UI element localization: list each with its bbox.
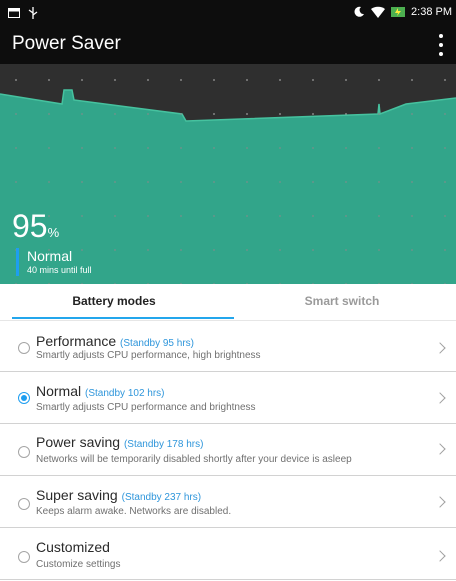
battery-percent-unit: % — [47, 225, 60, 240]
mode-customized[interactable]: Customized Customize settings — [0, 528, 456, 580]
chevron-right-icon — [434, 443, 446, 455]
mode-performance[interactable]: Performance (Standby 95 hrs) Smartly adj… — [0, 320, 456, 372]
mode-description: Customize settings — [36, 559, 121, 570]
mode-name: Super saving — [36, 487, 118, 503]
mode-standby: (Standby 237 hrs) — [121, 492, 202, 503]
battery-charging-icon — [391, 7, 406, 17]
chevron-right-icon — [434, 550, 446, 562]
status-bar: 2:38 PM — [0, 0, 456, 28]
mode-standby: (Standby 102 hrs) — [85, 388, 165, 399]
radio-super-saving[interactable] — [18, 498, 30, 510]
overflow-menu-icon[interactable] — [438, 34, 444, 56]
radio-normal[interactable] — [18, 392, 30, 404]
tab-bar: Battery modes Smart switch — [0, 284, 456, 321]
charging-status: 40 mins until full — [27, 265, 92, 275]
usb-icon — [28, 7, 38, 19]
mode-standby: (Standby 178 hrs) — [123, 439, 204, 450]
chevron-right-icon — [434, 496, 446, 508]
chevron-right-icon — [434, 392, 446, 404]
notification-icon — [8, 8, 20, 18]
mode-description: Smartly adjusts CPU performance and brig… — [36, 402, 256, 413]
mode-description: Smartly adjusts CPU performance, high br… — [36, 350, 261, 361]
moon-icon — [354, 6, 365, 17]
radio-power-saving[interactable] — [18, 446, 30, 458]
tab-indicator — [12, 317, 234, 319]
tab-smart-switch[interactable]: Smart switch — [228, 284, 456, 320]
mode-description: Networks will be temporarily disabled sh… — [36, 454, 352, 465]
mode-normal[interactable]: Normal (Standby 102 hrs) Smartly adjusts… — [0, 372, 456, 424]
radio-customized[interactable] — [18, 551, 30, 563]
mode-standby: (Standby 95 hrs) — [120, 338, 194, 349]
mode-name: Customized — [36, 539, 110, 555]
mode-name: Power saving — [36, 434, 121, 450]
battery-percent: 95% — [12, 206, 59, 253]
mode-name: Normal — [36, 383, 82, 399]
current-mode: Normal 40 mins until full — [16, 248, 92, 276]
current-mode-name: Normal — [27, 248, 73, 264]
status-time: 2:38 PM — [411, 6, 452, 18]
app-bar: Power Saver — [0, 28, 456, 64]
battery-percent-value: 95 — [12, 208, 48, 244]
radio-performance[interactable] — [18, 342, 30, 354]
mode-super-saving[interactable]: Super saving (Standby 237 hrs) Keeps ala… — [0, 476, 456, 528]
mode-name: Performance — [36, 333, 117, 349]
tab-battery-modes[interactable]: Battery modes — [0, 284, 228, 320]
wifi-icon — [371, 6, 386, 18]
mode-description: Keeps alarm awake. Networks are disabled… — [36, 506, 232, 517]
chevron-right-icon — [434, 342, 446, 354]
page-title: Power Saver — [12, 33, 121, 54]
mode-power-saving[interactable]: Power saving (Standby 178 hrs) Networks … — [0, 424, 456, 476]
